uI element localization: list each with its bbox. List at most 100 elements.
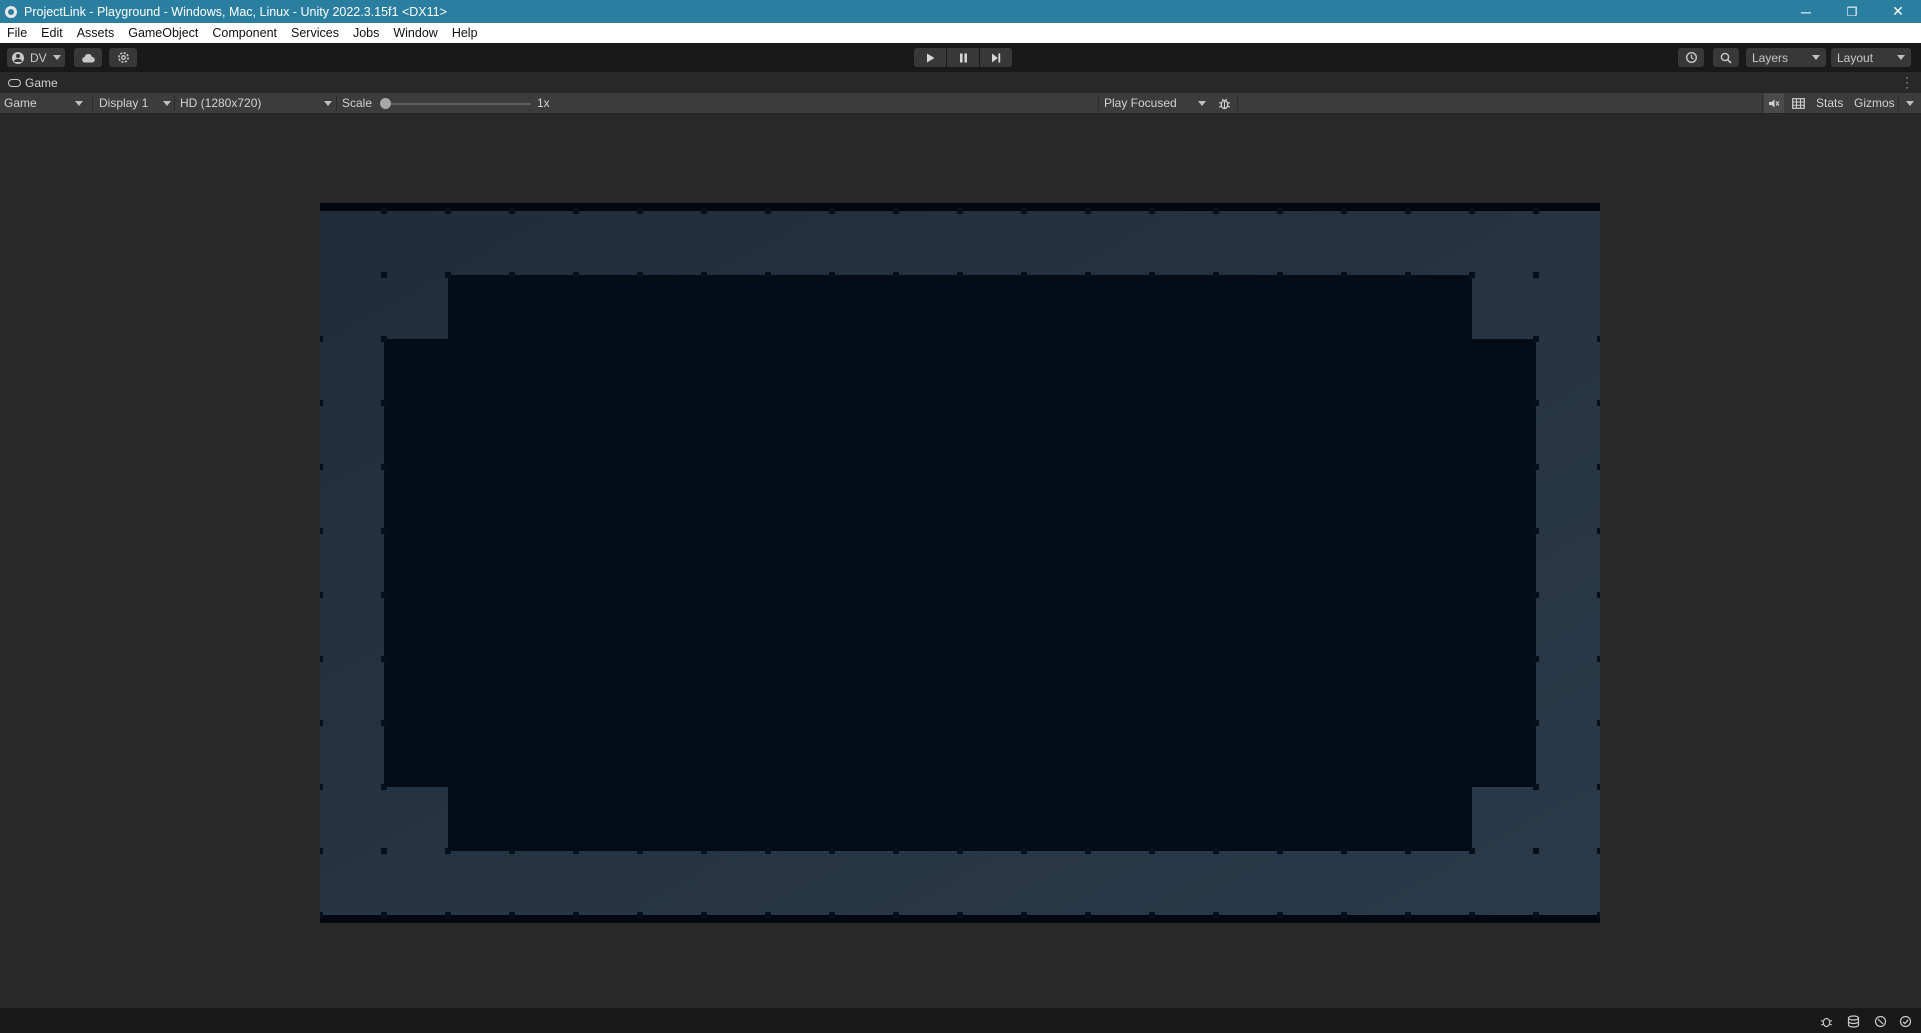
tile-marker bbox=[1341, 272, 1347, 278]
cloud-button[interactable] bbox=[74, 48, 102, 67]
tile-marker bbox=[957, 272, 963, 278]
tile-marker bbox=[1277, 208, 1283, 214]
history-button[interactable] bbox=[1678, 48, 1704, 67]
tile-marker bbox=[509, 272, 515, 278]
grid-icon bbox=[1791, 97, 1805, 109]
search-button[interactable] bbox=[1713, 48, 1739, 67]
close-button[interactable]: ✕ bbox=[1875, 0, 1921, 23]
resolution-label: HD (1280x720) bbox=[180, 96, 262, 110]
tile-marker bbox=[317, 848, 323, 854]
tile-marker bbox=[381, 720, 387, 726]
settings-icon bbox=[117, 52, 129, 63]
play-mode-dropdown[interactable]: Play Focused bbox=[1104, 93, 1208, 113]
progress-check-icon[interactable] bbox=[1898, 1014, 1912, 1028]
scale-slider-handle[interactable] bbox=[380, 98, 391, 109]
step-button[interactable] bbox=[980, 48, 1012, 67]
menu-window[interactable]: Window bbox=[386, 26, 444, 40]
scale-slider[interactable] bbox=[384, 103, 531, 105]
audio-mute-button[interactable] bbox=[1764, 93, 1784, 113]
tile-marker bbox=[1469, 848, 1475, 854]
step-icon bbox=[992, 53, 1001, 62]
tile-marker bbox=[1405, 272, 1411, 278]
tile-marker bbox=[829, 912, 835, 918]
game-view-area[interactable] bbox=[0, 114, 1921, 1008]
search-icon bbox=[1720, 52, 1732, 64]
layers-dropdown[interactable]: Layers bbox=[1746, 48, 1826, 67]
layers-label: Layers bbox=[1752, 50, 1789, 65]
menu-file[interactable]: File bbox=[0, 26, 34, 40]
minimize-button[interactable]: ─ bbox=[1783, 0, 1829, 23]
tile-marker bbox=[1085, 208, 1091, 214]
menu-help[interactable]: Help bbox=[445, 26, 485, 40]
menu-component[interactable]: Component bbox=[205, 26, 284, 40]
pause-button[interactable] bbox=[947, 48, 979, 67]
resolution-dropdown[interactable]: HD (1280x720) bbox=[180, 93, 334, 113]
scale-value: 1x bbox=[537, 96, 550, 110]
menu-edit[interactable]: Edit bbox=[34, 26, 70, 40]
tile-marker bbox=[829, 208, 835, 214]
cloud-icon bbox=[82, 53, 95, 62]
tile-marker bbox=[1213, 912, 1219, 918]
menu-gameobject[interactable]: GameObject bbox=[121, 26, 205, 40]
tile-marker bbox=[1149, 848, 1155, 854]
display-dropdown[interactable]: Display 1 bbox=[99, 93, 173, 113]
tile-marker bbox=[445, 272, 451, 278]
layout-dropdown[interactable]: Layout bbox=[1831, 48, 1911, 67]
account-dropdown[interactable]: DV bbox=[7, 48, 65, 67]
tile-marker bbox=[317, 528, 323, 534]
settings-button[interactable] bbox=[109, 48, 137, 67]
cache-server-icon[interactable] bbox=[1846, 1014, 1860, 1028]
status-bar bbox=[0, 1008, 1921, 1033]
tile-marker bbox=[1533, 528, 1539, 534]
tile-marker bbox=[1597, 656, 1603, 662]
tile-marker bbox=[1533, 400, 1539, 406]
tile-marker bbox=[381, 208, 387, 214]
debug-button[interactable] bbox=[1214, 93, 1234, 113]
tile-marker bbox=[1597, 464, 1603, 470]
main-toolbar: DV Layers Layout bbox=[0, 43, 1921, 72]
scale-label: Scale bbox=[342, 96, 373, 110]
tile-marker bbox=[1213, 208, 1219, 214]
bug-icon bbox=[1218, 98, 1230, 109]
tile-marker bbox=[957, 848, 963, 854]
more-options-icon[interactable]: · · · bbox=[1905, 71, 1909, 93]
tile-marker bbox=[1021, 272, 1027, 278]
chevron-down-icon bbox=[1812, 55, 1820, 60]
tile-marker bbox=[957, 912, 963, 918]
debug-status-icon[interactable] bbox=[1819, 1014, 1833, 1028]
tile-marker bbox=[1597, 528, 1603, 534]
tile-marker bbox=[1405, 848, 1411, 854]
tab-game[interactable]: Game bbox=[0, 76, 58, 90]
game-render-canvas[interactable] bbox=[317, 203, 1603, 923]
restore-button[interactable]: ❐ bbox=[1829, 0, 1875, 23]
tile-marker bbox=[317, 784, 323, 790]
stats-button[interactable]: Stats bbox=[1816, 93, 1843, 113]
divider bbox=[336, 95, 337, 111]
tile-marker bbox=[1533, 592, 1539, 598]
tile-marker bbox=[381, 848, 387, 854]
tile-marker bbox=[317, 336, 323, 342]
grid-toggle-button[interactable] bbox=[1787, 93, 1809, 113]
tile-marker bbox=[1277, 912, 1283, 918]
tile-marker bbox=[509, 208, 515, 214]
gizmos-button[interactable]: Gizmos bbox=[1854, 93, 1895, 113]
tile-marker bbox=[893, 912, 899, 918]
history-icon bbox=[1685, 51, 1697, 64]
tile-marker bbox=[1341, 208, 1347, 214]
divider bbox=[1898, 95, 1899, 111]
auto-generate-lighting-icon[interactable] bbox=[1873, 1014, 1887, 1028]
menu-services[interactable]: Services bbox=[284, 26, 346, 40]
tile-marker bbox=[381, 784, 387, 790]
tile-marker bbox=[1149, 912, 1155, 918]
gizmos-dropdown[interactable] bbox=[1903, 93, 1917, 113]
play-controls bbox=[914, 48, 1013, 67]
pause-icon bbox=[959, 53, 967, 62]
menu-assets[interactable]: Assets bbox=[70, 26, 122, 40]
menu-jobs[interactable]: Jobs bbox=[346, 26, 386, 40]
game-view-toolbar: Game Display 1 HD (1280x720) Scale 1x Pl… bbox=[0, 93, 1921, 114]
play-button[interactable] bbox=[914, 48, 946, 67]
tile-marker bbox=[1277, 848, 1283, 854]
view-mode-dropdown[interactable]: Game bbox=[4, 93, 87, 113]
tile-marker bbox=[765, 272, 771, 278]
gamepad-icon bbox=[8, 78, 21, 87]
